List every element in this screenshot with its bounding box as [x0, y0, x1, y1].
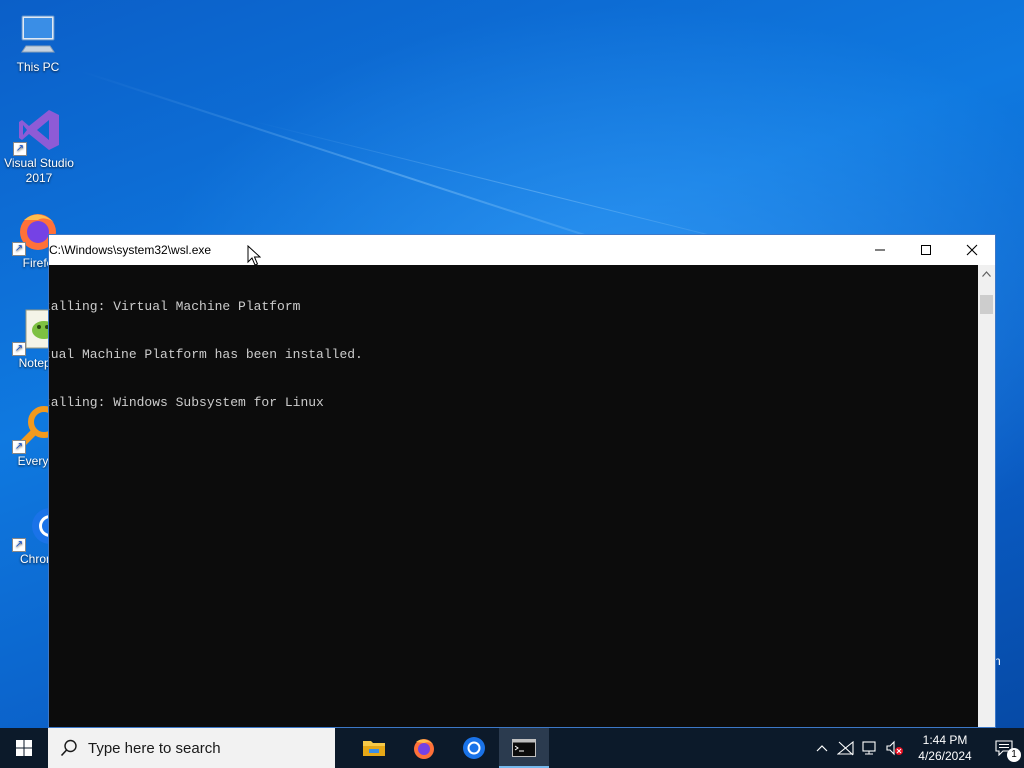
desktop-icon-this-pc[interactable]: This PC	[0, 10, 76, 75]
notification-count-badge: 1	[1007, 748, 1021, 762]
start-button[interactable]	[0, 728, 48, 768]
network-monitor-icon	[862, 741, 876, 755]
mouse-cursor-icon	[247, 245, 261, 266]
vertical-scrollbar[interactable]	[978, 265, 995, 727]
taskbar-chrome[interactable]	[449, 728, 499, 768]
firefox-icon	[414, 739, 434, 759]
taskbar-search-box[interactable]: Type here to search	[48, 728, 335, 768]
console-line: talling: Virtual Machine Platform	[49, 299, 301, 314]
clock-time: 1:44 PM	[922, 733, 968, 747]
window-title: C:\Windows\system32\wsl.exe	[49, 243, 212, 257]
shortcut-arrow-icon: ↗	[12, 538, 26, 552]
search-icon	[60, 739, 77, 757]
tray-network-disconnected[interactable]	[834, 728, 858, 768]
minimize-icon	[875, 249, 885, 251]
tray-volume-muted[interactable]	[882, 728, 906, 768]
console-line: tual Machine Platform has been installed…	[49, 347, 363, 362]
system-tray: 1:44 PM 4/26/2024 1	[810, 728, 1024, 768]
shortcut-arrow-icon: ↗	[13, 142, 27, 156]
shortcut-arrow-icon: ↗	[12, 440, 26, 454]
chrome-icon	[463, 737, 485, 759]
scroll-up-button[interactable]	[978, 265, 995, 282]
taskbar: Type here to search 1:44 PM 4/26/2024 1	[0, 728, 1024, 768]
taskbar-file-explorer[interactable]	[349, 728, 399, 768]
console-output[interactable]: talling: Virtual Machine Platform tual M…	[49, 265, 978, 727]
windows-logo-icon	[16, 740, 32, 756]
tray-network[interactable]	[858, 728, 882, 768]
desktop-icon-visual-studio[interactable]: ↗ Visual Studio 2017	[1, 106, 77, 186]
this-pc-icon	[14, 10, 62, 58]
chevron-up-icon	[816, 745, 828, 752]
maximize-icon	[921, 245, 931, 255]
folder-icon	[363, 741, 385, 756]
minimize-button[interactable]	[857, 235, 903, 265]
taskbar-clock[interactable]: 1:44 PM 4/26/2024	[906, 732, 984, 764]
clock-date: 4/26/2024	[918, 749, 972, 763]
console-window[interactable]: C:\Windows\system32\wsl.exe talling: Vir…	[48, 234, 996, 728]
shortcut-arrow-icon: ↗	[12, 242, 26, 256]
taskbar-firefox[interactable]	[399, 728, 449, 768]
show-hidden-icons-button[interactable]	[810, 728, 834, 768]
maximize-button[interactable]	[903, 235, 949, 265]
action-center-button[interactable]: 1	[984, 728, 1024, 768]
network-disconnected-icon	[837, 740, 854, 756]
taskbar-console[interactable]	[499, 728, 549, 768]
console-line: talling: Windows Subsystem for Linux	[49, 395, 324, 410]
console-icon	[512, 739, 536, 757]
close-button[interactable]	[949, 235, 995, 265]
desktop-icon-label: This PC	[16, 60, 60, 74]
chevron-up-icon	[982, 270, 991, 277]
scroll-thumb[interactable]	[980, 295, 993, 314]
desktop-icon-label: Visual Studio 2017	[4, 156, 74, 185]
shortcut-arrow-icon: ↗	[12, 342, 26, 356]
volume-muted-icon	[886, 740, 903, 756]
visual-studio-icon: ↗	[13, 106, 63, 156]
search-placeholder: Type here to search	[88, 739, 221, 757]
close-icon	[966, 244, 978, 256]
window-titlebar[interactable]: C:\Windows\system32\wsl.exe	[49, 235, 995, 265]
